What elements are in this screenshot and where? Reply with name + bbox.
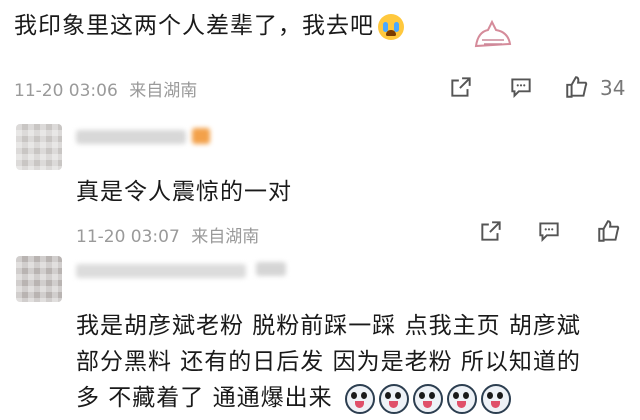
comment-text: 我印象里这两个人差辈了，我去吧 (14, 6, 404, 40)
username-blurred[interactable] (76, 264, 246, 278)
comment-icon (539, 222, 559, 243)
avatar[interactable] (16, 256, 62, 302)
comment-meta: 11-20 03:06 来自湖南 (14, 76, 197, 101)
share-button[interactable] (476, 216, 506, 246)
comment-meta: 11-20 03:07 来自湖南 (76, 222, 259, 247)
share-icon (481, 221, 501, 241)
surprised-ghost-emoji-icon (480, 383, 511, 414)
comment-text-line-3: 多 不藏着了 通通爆出来 (76, 378, 511, 414)
share-icon (451, 77, 471, 97)
avatar[interactable] (16, 124, 62, 170)
thumbs-up-icon (566, 76, 588, 98)
comment-button[interactable] (506, 72, 536, 102)
comment-time: 11-20 03:06 (14, 81, 118, 101)
user-badge (256, 262, 286, 276)
surprised-ghost-emoji-icon (378, 383, 409, 414)
username-blurred[interactable] (76, 130, 186, 144)
thumbs-up-icon (598, 220, 620, 242)
comment-text-line-1: 我是胡彦斌老粉 脱粉前踩一踩 点我主页 胡彦斌 (76, 313, 581, 339)
sticker-cat-icon (468, 14, 518, 54)
like-button[interactable] (594, 216, 624, 246)
comment-icon (511, 78, 531, 99)
like-count: 34 (600, 76, 626, 100)
comment-location: 来自湖南 (191, 227, 260, 247)
surprised-ghost-emoji-icon (446, 383, 477, 414)
surprised-ghost-emoji-icon (344, 383, 375, 414)
crying-emoji-icon (378, 13, 404, 40)
comment-button[interactable] (534, 216, 564, 246)
surprised-ghost-emoji-icon (412, 383, 443, 414)
user-badge (192, 128, 210, 144)
share-button[interactable] (446, 72, 476, 102)
comment-location: 来自湖南 (129, 81, 198, 101)
comment-text: 真是令人震惊的一对 (76, 179, 292, 205)
like-button[interactable] (562, 72, 592, 102)
comment-text-line-2: 部分黑料 还有的日后发 因为是老粉 所以知道的 (76, 349, 581, 375)
comment-time: 11-20 03:07 (76, 227, 180, 247)
